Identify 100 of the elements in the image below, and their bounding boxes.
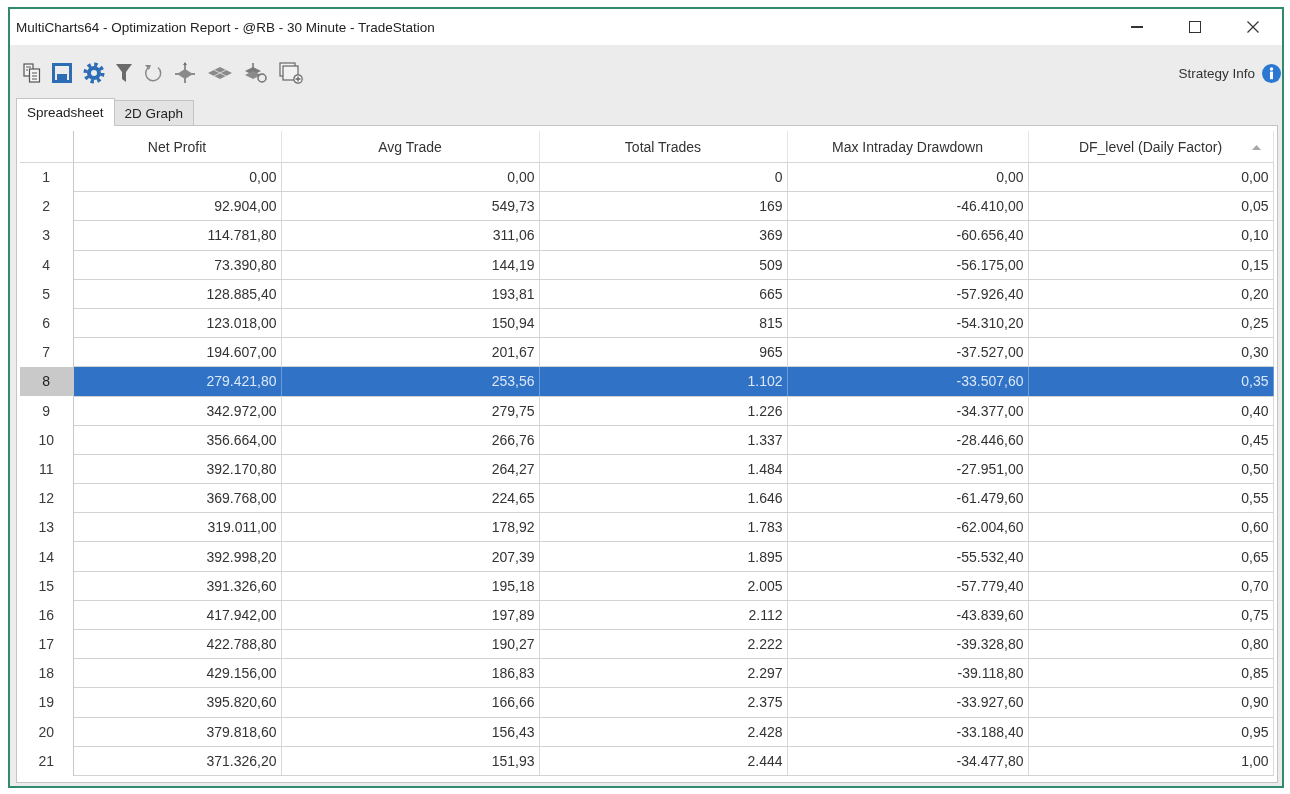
table-cell: -54.310,20 [787,308,1028,338]
table-row[interactable]: 2 92.904,00 549,73 169 -46.410,00 0,05 [20,191,1273,221]
table-cell: 319.011,00 [73,512,281,542]
table-row[interactable]: 3 114.781,80 311,06 369 -60.656,40 0,10 [20,220,1273,251]
table-cell: 0,95 [1028,717,1273,747]
table-row[interactable]: 20 379.818,60 156,43 2.428 -33.188,40 0,95 [20,717,1273,747]
table-cell: 1.226 [539,396,787,426]
filter-icon[interactable] [116,64,132,82]
table-cell: 1.895 [539,541,787,572]
table-row[interactable]: 13 319.011,00 178,92 1.783 -62.004,60 0,60 [20,512,1273,542]
table-row[interactable]: 6 123.018,00 150,94 815 -54.310,20 0,25 [20,308,1273,338]
table-cell: 2.112 [539,600,787,630]
table-cell: 201,67 [281,337,539,367]
tab[interactable]: Spreadsheet [16,98,115,126]
table-row[interactable]: 4 73.390,80 144,19 509 -56.175,00 0,15 [20,250,1273,280]
table-cell: 0,40 [1028,396,1273,426]
table-cell: 369.768,00 [73,483,281,513]
table-cell: 207,39 [281,541,539,572]
table-row[interactable]: 21 371.326,20 151,93 2.444 -34.477,80 1,00 [20,746,1273,776]
table-cell: 0,45 [1028,425,1273,455]
column-header[interactable]: Avg Trade [281,131,539,163]
info-icon [1262,63,1281,83]
table-cell: 195,18 [281,571,539,601]
table-row[interactable]: 19 395.820,60 166,66 2.375 -33.927,60 0,90 [20,687,1273,718]
table-row[interactable]: 12 369.768,00 224,65 1.646 -61.479,60 0,55 [20,483,1273,513]
table-cell: 0,00 [787,162,1028,192]
copy-icon[interactable] [23,63,41,83]
strategy-info-button[interactable]: Strategy Info [1174,63,1281,83]
table-cell: 186,83 [281,658,539,688]
table-cell: 1.646 [539,483,787,513]
table-cell: -39.118,80 [787,658,1028,688]
column-header[interactable]: Net Profit [73,131,281,163]
table-cell: 2.005 [539,571,787,601]
table-cell: 0,65 [1028,541,1273,572]
table-cell: 371.326,20 [73,746,281,776]
table-row[interactable]: 8 279.421,80 253,56 1.102 -33.507,60 0,35 [20,366,1273,396]
table-row[interactable]: 18 429.156,00 186,83 2.297 -39.118,80 0,85 [20,658,1273,688]
diamond-grid-icon[interactable] [207,66,233,80]
table-cell: 92.904,00 [73,191,281,221]
table-cell: 2.297 [539,658,787,688]
table-cell: 0,90 [1028,687,1273,718]
table-row[interactable]: 14 392.998,20 207,39 1.895 -55.532,40 0,65 [20,541,1273,572]
table-cell: 0,15 [1028,250,1273,280]
table-cell: 0,00 [1028,162,1273,192]
table-row[interactable]: 1 0,00 0,00 0 0,00 0,00 [20,162,1273,192]
settings-icon[interactable] [83,62,105,84]
table-row[interactable]: 9 342.972,00 279,75 1.226 -34.377,00 0,40 [20,396,1273,426]
windows-add-icon[interactable] [279,62,303,84]
table-cell: 369 [539,220,787,251]
table-cell: 0,50 [1028,454,1273,484]
table-cell: 266,76 [281,425,539,455]
table-row[interactable]: 5 128.885,40 193,81 665 -57.926,40 0,20 [20,279,1273,309]
row-number: 1 [20,162,73,192]
save-icon[interactable] [52,63,72,83]
table-row[interactable]: 11 392.170,80 264,27 1.484 -27.951,00 0,50 [20,454,1273,484]
table-cell: 0,00 [73,162,281,192]
table-cell: 0,70 [1028,571,1273,601]
table-row[interactable]: 7 194.607,00 201,67 965 -37.527,00 0,30 [20,337,1273,367]
table-cell: 1.484 [539,454,787,484]
table-cell: -34.377,00 [787,396,1028,426]
table-cell: 150,94 [281,308,539,338]
table-cell: -61.479,60 [787,483,1028,513]
table-cell: 0,00 [281,162,539,192]
table-cell: 549,73 [281,191,539,221]
table-cell: 279,75 [281,396,539,426]
table-cell: 509 [539,250,787,280]
column-header[interactable]: DF_level (Daily Factor) [1028,131,1273,163]
table-cell: -57.779,40 [787,571,1028,601]
table-row[interactable]: 10 356.664,00 266,76 1.337 -28.446,60 0,45 [20,425,1273,455]
column-header[interactable]: Max Intraday Drawdown [787,131,1028,163]
table-cell: 144,19 [281,250,539,280]
table-cell: 197,89 [281,600,539,630]
table-cell: 0,30 [1028,337,1273,367]
axes-icon[interactable] [174,62,196,84]
layers-ring-icon[interactable] [244,62,268,84]
table-cell: -33.507,60 [787,366,1028,396]
maximize-icon[interactable] [1189,21,1201,33]
column-header[interactable]: Total Trades [539,131,787,163]
table-cell: 194.607,00 [73,337,281,367]
table-cell: 178,92 [281,512,539,542]
close-icon[interactable] [1247,21,1259,33]
table-cell: 224,65 [281,483,539,513]
table-cell: -27.951,00 [787,454,1028,484]
table-row[interactable]: 17 422.788,80 190,27 2.222 -39.328,80 0,80 [20,629,1273,659]
tab[interactable]: 2D Graph [113,100,195,125]
table-cell: 665 [539,279,787,309]
table-cell: 395.820,60 [73,687,281,718]
table-cell: 429.156,00 [73,658,281,688]
table-cell: -56.175,00 [787,250,1028,280]
table-cell: 0,75 [1028,600,1273,630]
table-cell: -37.527,00 [787,337,1028,367]
table-cell: 2.428 [539,717,787,747]
table-row[interactable]: 15 391.326,60 195,18 2.005 -57.779,40 0,70 [20,571,1273,601]
table-row[interactable]: 16 417.942,00 197,89 2.112 -43.839,60 0,75 [20,600,1273,630]
table-cell: -43.839,60 [787,600,1028,630]
refresh-icon[interactable] [143,63,163,83]
table-cell: -57.926,40 [787,279,1028,309]
row-number: 9 [20,396,73,426]
table-cell: 1.102 [539,366,787,396]
table-cell: 0,55 [1028,483,1273,513]
